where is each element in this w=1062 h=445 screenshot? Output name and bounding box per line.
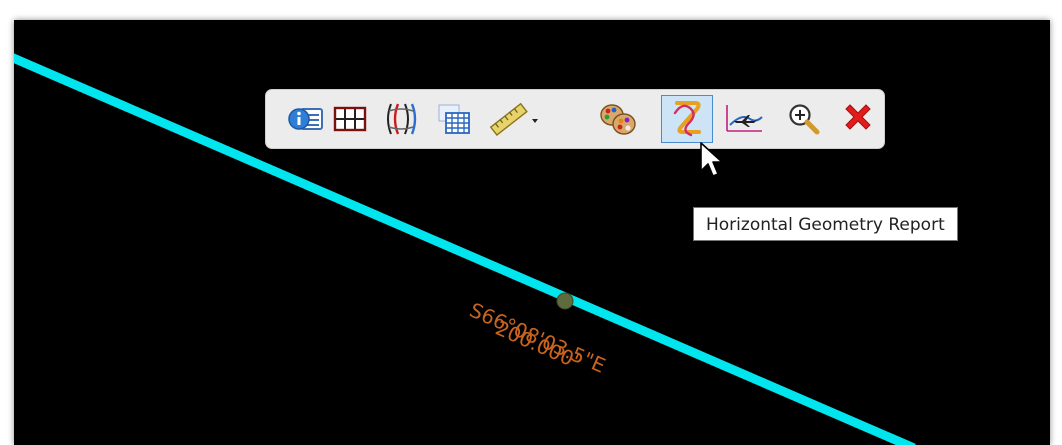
tooltip: Horizontal Geometry Report: [693, 207, 958, 241]
horizontal-geometry-icon: [673, 101, 701, 137]
mouse-pointer-icon: [700, 142, 723, 177]
window-frame: S66°08'03.5"E 200.000' Horizontal Geomet…: [0, 0, 1062, 445]
palette-icon: [600, 104, 636, 135]
element-info-button[interactable]: [284, 98, 328, 140]
measure-button[interactable]: [486, 98, 542, 140]
zoom-button[interactable]: [782, 98, 826, 140]
context-toolbar: [265, 89, 885, 149]
tooltip-text: Horizontal Geometry Report: [706, 215, 945, 235]
close-button[interactable]: [836, 98, 880, 140]
element-info-icon: [288, 108, 323, 130]
pi-point-marker[interactable]: [556, 292, 574, 310]
feature-definition-button[interactable]: [596, 98, 640, 140]
profile-button[interactable]: [378, 98, 422, 140]
table-button[interactable]: [328, 98, 372, 140]
vertical-profile-button[interactable]: [722, 98, 766, 140]
measure-ruler-icon: [489, 102, 538, 136]
spreadsheet-icon: [438, 104, 470, 134]
vertical-profile-icon: [726, 105, 763, 132]
zoom-in-icon: [789, 104, 820, 135]
table-grid-icon: [333, 106, 367, 132]
chevron-down-icon: [532, 119, 538, 123]
horizontal-geometry-report-button[interactable]: [661, 95, 713, 143]
close-x-icon: [845, 104, 871, 130]
profile-curves-icon: [387, 103, 417, 135]
spreadsheet-button[interactable]: [432, 98, 476, 140]
